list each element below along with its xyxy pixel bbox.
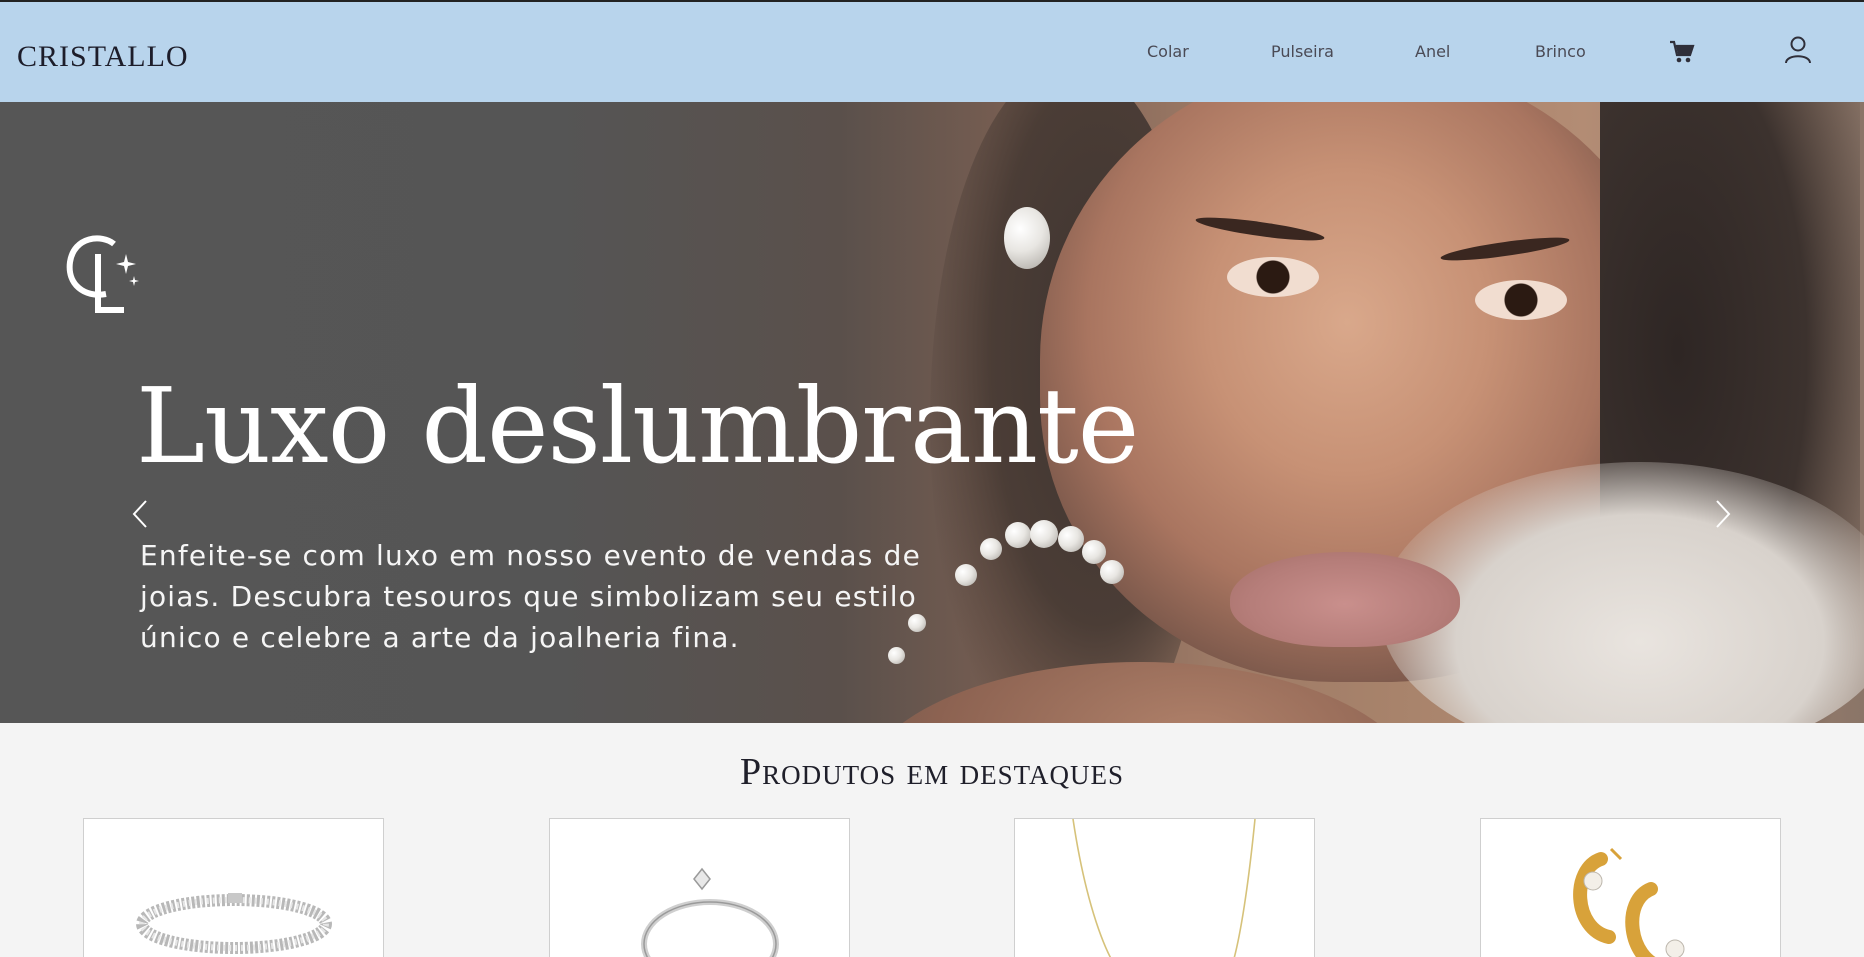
cart-icon[interactable] — [1669, 39, 1695, 70]
nav-anel[interactable]: Anel — [1415, 42, 1450, 61]
necklace-image — [1072, 819, 1256, 957]
hero-photo-pearl — [1005, 522, 1031, 548]
hero-photo-pearl — [1030, 520, 1058, 548]
chevron-left-icon[interactable] — [131, 499, 149, 534]
hero-description: Enfeite-se com luxo em nosso evento de v… — [140, 539, 922, 654]
hero-photo-earring — [1004, 207, 1050, 269]
chevron-right-icon[interactable] — [1714, 499, 1732, 534]
cl-monogram-logo — [62, 232, 142, 323]
hero-photo-eye — [1475, 280, 1567, 320]
hero-photo-pearl — [1100, 560, 1124, 584]
featured-products-title: Produtos em destaques — [740, 751, 1124, 793]
product-card-necklace[interactable] — [1014, 818, 1315, 957]
hero-photo-pearl — [1082, 540, 1106, 564]
hero-photo-pearl — [1058, 526, 1084, 552]
bracelet-image — [136, 893, 332, 954]
nav-colar[interactable]: Colar — [1147, 42, 1189, 61]
nav-pulseira[interactable]: Pulseira — [1271, 42, 1334, 61]
product-card-earrings[interactable] — [1480, 818, 1781, 957]
hero-title: Luxo deslumbrante — [136, 365, 1139, 487]
hero-photo-lips — [1230, 552, 1460, 647]
brand-logo[interactable]: CRISTALLO — [17, 40, 189, 74]
site-header: CRISTALLO Colar Pulseira Anel Brinco — [0, 0, 1864, 102]
nav-brinco[interactable]: Brinco — [1535, 42, 1586, 61]
hero-photo-eye — [1227, 257, 1319, 297]
product-card-ring[interactable] — [549, 818, 850, 957]
ring-image — [641, 867, 779, 957]
earrings-image — [1573, 847, 1685, 957]
product-card-bracelet[interactable] — [83, 818, 384, 957]
hero-banner: Luxo deslumbrante Enfeite-se com luxo em… — [0, 102, 1864, 723]
user-icon[interactable] — [1784, 35, 1812, 70]
